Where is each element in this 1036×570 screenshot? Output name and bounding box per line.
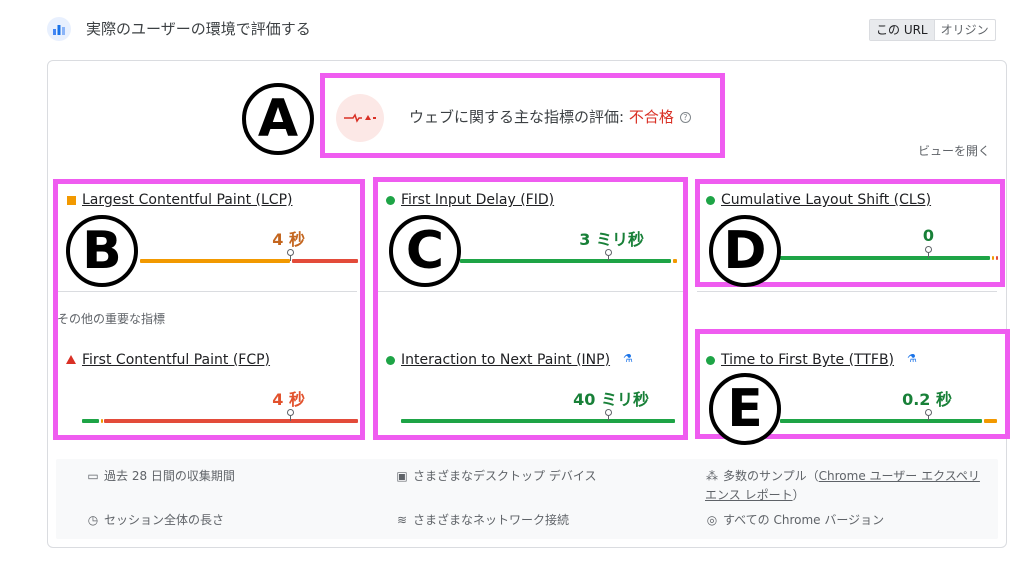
timer-icon: ◷: [87, 513, 99, 527]
device-info: ▣ さまざまなデスクトップ デバイス: [396, 469, 597, 483]
divider: [697, 291, 997, 292]
crux-report-link[interactable]: Chrome ユーザー エクスペリ: [819, 469, 980, 483]
expand-view-link[interactable]: ビューを開く: [918, 142, 990, 159]
annotation-box-a: [320, 73, 725, 158]
samples-icon: ⁂: [706, 469, 718, 483]
chrome-version-info: ◎ すべての Chrome バージョン: [706, 513, 885, 527]
annotation-label-e: E: [709, 373, 781, 445]
toggle-origin[interactable]: オリジン: [935, 20, 995, 40]
sample-info: ⁂ 多数のサンプル（Chrome ユーザー エクスペリ エンス レポート）: [705, 469, 980, 502]
network-info: ≋ さまざまなネットワーク接続: [396, 513, 570, 527]
url-origin-toggle[interactable]: この URL オリジン: [869, 19, 996, 41]
collection-period: ▭ 過去 28 日間の収集期間: [87, 469, 235, 483]
annotation-label-d: D: [709, 215, 781, 287]
annotation-label-b: B: [66, 215, 138, 287]
annotation-label-c: C: [389, 215, 461, 287]
crux-report-link-cont[interactable]: エンス レポート: [705, 488, 793, 502]
section-title: 実際のユーザーの環境で評価する: [86, 20, 311, 38]
chrome-icon: ◎: [706, 513, 718, 527]
session-duration: ◷ セッション全体の長さ: [87, 513, 225, 527]
calendar-icon: ▭: [87, 469, 99, 483]
crux-logo-icon: [47, 17, 71, 41]
toggle-this-url[interactable]: この URL: [870, 20, 935, 40]
annotation-label-a: A: [242, 83, 314, 155]
wifi-icon: ≋: [396, 513, 408, 527]
devices-icon: ▣: [396, 469, 408, 483]
